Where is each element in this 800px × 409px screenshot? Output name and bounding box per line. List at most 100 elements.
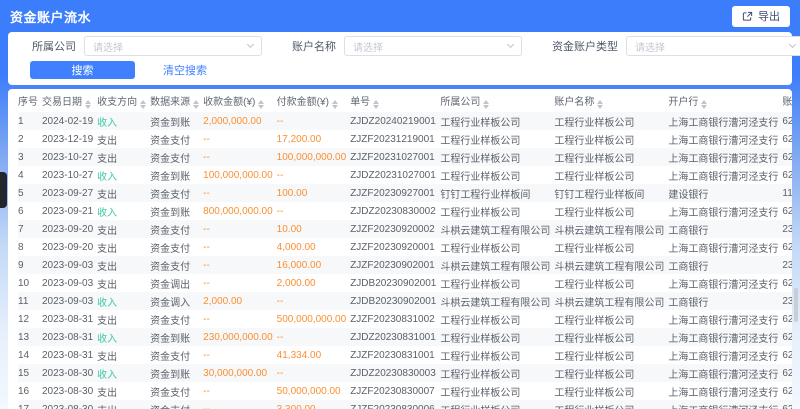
table-row: 42023-10-27收入资金到账100,000,000.00--ZJDZ202… [18,166,792,184]
table-row: 152023-08-30收入资金到账30,000,000.00--ZJDZ202… [18,364,792,382]
export-button-label: 导出 [758,8,780,24]
company-select[interactable]: 请选择 [84,36,262,56]
cell: -- [203,220,277,238]
account-name-select[interactable]: 请选择 [344,36,522,56]
cell: 工程行业样板公司 [554,112,668,130]
column-header[interactable]: 付款金额(¥) [277,89,351,112]
column-header-label: 账号 [782,97,792,108]
cell: 100,000,000.00 [277,148,351,166]
sort-carets-icon[interactable] [373,100,379,109]
search-button[interactable]: 搜索 [30,61,135,79]
export-button[interactable]: 导出 [732,6,790,27]
cell: -- [203,310,277,328]
cell: 工程行业样板公司 [440,274,554,292]
cell: 工程行业样板公司 [440,202,554,220]
cell: 工程行业样板公司 [554,130,668,148]
column-header[interactable]: 交易日期 [42,89,97,112]
cell: 上海工商银行漕河泾支行 [668,274,782,292]
sort-carets-icon[interactable] [140,100,146,109]
cell: -- [277,112,351,130]
table-row: 102023-09-03支出资金调出--2,000.00ZJDB20230902… [18,274,792,292]
sort-carets-icon[interactable] [85,100,91,109]
transactions-table-card: 序号交易日期收支方向 数据来源 收款金额(¥)付款金额(¥)单号所属公司账户名称 开户… [8,89,792,409]
table-row: 22023-12-19支出资金支付--17,200.00ZJZF20231219… [18,130,792,148]
cell: 16 [18,382,42,400]
cell: 工程行业样板公司 [554,166,668,184]
cell: 2023-08-30 [42,382,97,400]
sort-carets-icon[interactable] [258,100,264,109]
cell: 622230111 [782,130,792,148]
cell: 斗栱云建筑工程有限公司 [554,220,668,238]
sort-carets-icon[interactable] [193,100,199,109]
cell: ZJZF20230830006 [350,400,440,409]
cell: 16,000.00 [277,256,351,274]
column-header-label: 数据来源 [150,97,190,108]
column-header[interactable]: 收支方向 [97,89,150,112]
cell: -- [203,400,277,409]
cell: 上海工商银行漕河泾支行 [668,148,782,166]
cell: 12 [18,310,42,328]
cell: 支出 [97,220,150,238]
cell: 8 [18,238,42,256]
cell: -- [203,148,277,166]
account-type-select[interactable]: 请选择 [626,36,800,56]
cell: 资金调出 [150,274,203,292]
chevron-down-icon [789,41,796,48]
column-header[interactable]: 收款金额(¥) [203,89,277,112]
cell: 30,000,000.00 [203,364,277,382]
cell: 622230111 [782,238,792,256]
company-filter-label: 所属公司 [32,38,76,54]
column-header-label: 账户名称 [554,97,594,108]
clear-search-link[interactable]: 清空搜索 [163,62,207,78]
column-header[interactable]: 账号 [782,89,792,112]
table-row: 72023-09-20支出资金支付--10.00ZJZF20230920002斗… [18,220,792,238]
sort-carets-icon[interactable] [597,100,603,109]
table-body: 12024-02-19收入资金到账2,000,000.00--ZJDZ20240… [18,112,792,409]
column-header[interactable]: 单号 [350,89,440,112]
cell: 上海工商银行漕河泾支行 [668,112,782,130]
cell: 6 [18,202,42,220]
column-header-label: 序号 [18,97,38,108]
cell: 工程行业样板公司 [554,346,668,364]
table-row: 172023-08-30支出资金支付--3,300.00ZJZF20230830… [18,400,792,409]
side-drawer-handle[interactable] [0,172,7,208]
cell: 233294994 [782,292,792,310]
cell: 资金支付 [150,382,203,400]
cell: 11 [18,292,42,310]
column-header[interactable]: 账户名称 [554,89,668,112]
cell: 收入 [97,364,150,382]
cell: 7 [18,220,42,238]
cell: 斗栱云建筑工程有限公司 [440,256,554,274]
cell: 支出 [97,400,150,409]
vertical-scrollbar[interactable] [794,288,798,322]
column-header[interactable]: 所属公司 [440,89,554,112]
column-header[interactable]: 数据来源 [150,89,203,112]
cell: 资金支付 [150,346,203,364]
sort-carets-icon[interactable] [332,100,338,109]
cell: 2023-09-20 [42,238,97,256]
cell: 钉钉工程行业样板间 [440,184,554,202]
cell: 3,300.00 [277,400,351,409]
cell: ZJZF20230920001 [350,238,440,256]
cell: ZJZF20230902001 [350,256,440,274]
table-row: 12024-02-19收入资金到账2,000,000.00--ZJDZ20240… [18,112,792,130]
cell: 100,000,000.00 [203,166,277,184]
sort-carets-icon[interactable] [701,100,707,109]
cell: 上海工商银行漕河泾支行 [668,346,782,364]
column-header[interactable]: 开户行 [668,89,782,112]
sort-carets-icon[interactable] [483,100,489,109]
cell: 上海工商银行漕河泾支行 [668,328,782,346]
cell: 1 [18,112,42,130]
top-bar: 资金账户流水 导出 [0,0,800,32]
cell: 2024-02-19 [42,112,97,130]
cell: 622230111 [782,112,792,130]
cell: 2023-08-31 [42,310,97,328]
cell: 工程行业样板公司 [440,400,554,409]
cell: 2,000.00 [277,274,351,292]
cell: 收入 [97,166,150,184]
cell: 工程行业样板公司 [440,166,554,184]
cell: 622230111 [782,202,792,220]
cell: 上海工商银行漕河泾支行 [668,310,782,328]
cell: 622230111 [782,364,792,382]
column-header-label: 收支方向 [97,97,137,108]
